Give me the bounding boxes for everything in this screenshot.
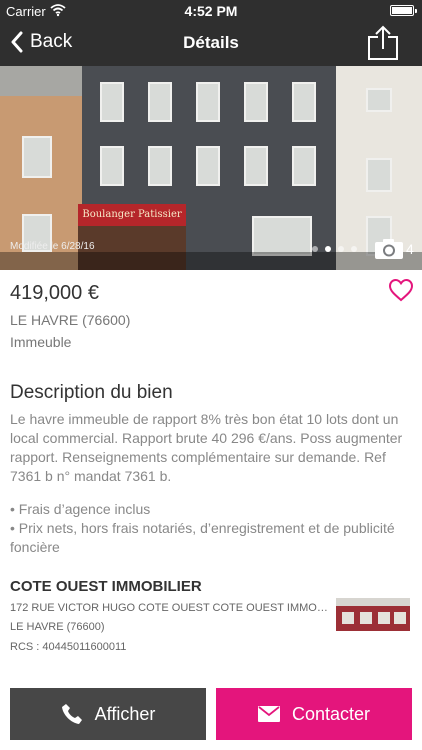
heart-icon [388,278,414,302]
price: 419,000 € [10,282,99,304]
clock: 4:52 PM [184,3,238,19]
agency-city: LE HAVRE (76600) [10,621,105,633]
bullet-prices: • Prix nets, hors frais notariés, d’enre… [10,520,395,555]
share-icon [368,25,398,60]
agency-name: COTE OUEST IMMOBILIER [10,578,202,595]
photo-count: 4 [406,241,414,257]
show-label: Afficher [94,703,156,724]
description-bullets: • Frais d’agence inclus • Prix nets, hor… [10,500,412,557]
page-dot[interactable] [312,246,318,252]
photo-gallery[interactable]: Boulanger Patissier Modifiée le 6/28/16 … [0,66,422,270]
agency-address: 172 RUE VICTOR HUGO COTE OUEST COTE OUES… [10,602,328,614]
phone-icon [61,704,82,724]
agency-rcs: RCS : 40445011600011 [10,641,127,653]
status-bar: Carrier 4:52 PM [0,0,422,22]
page-dot[interactable] [325,246,331,252]
listing-city: LE HAVRE (76600) [10,312,131,328]
street-shadow [0,252,422,270]
show-phone-button[interactable]: Afficher [10,688,206,740]
navigation-bar: Back Détails [0,22,422,66]
page-dot[interactable] [351,246,357,252]
envelope-icon [257,706,280,722]
page-title: Détails [183,33,239,52]
contact-label: Contacter [291,703,371,724]
description-body: Le havre immeuble de rapport 8% très bon… [10,411,403,484]
favorite-button[interactable] [388,278,414,307]
shop-sign: Boulanger Patissier [78,204,186,226]
property-type: Immeuble [10,334,72,350]
building-image-left [0,66,82,270]
page-indicator[interactable] [312,246,357,252]
page-dot[interactable] [338,246,344,252]
modified-date: Modifiée le 6/28/16 [10,241,95,252]
bullet-fees: • Frais d’agence inclus [10,501,151,517]
contact-button[interactable]: Contacter [216,688,412,740]
description-title: Description du bien [10,382,173,403]
camera-icon[interactable] [374,238,404,265]
battery-icon [390,5,417,16]
agency-photo[interactable] [336,598,410,631]
share-button[interactable] [366,25,400,66]
